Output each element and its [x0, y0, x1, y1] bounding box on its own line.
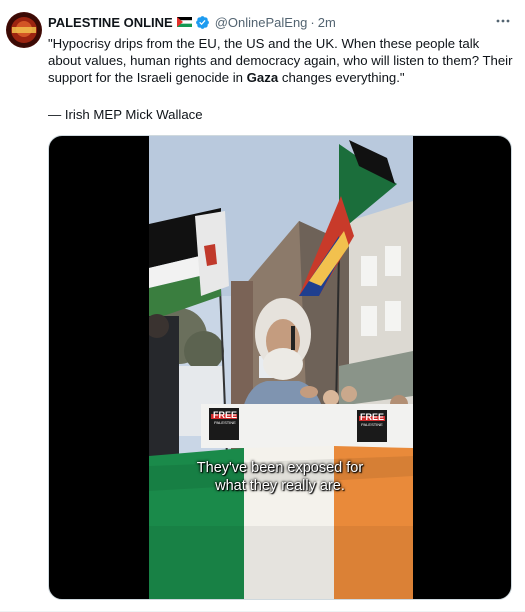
tweet-text-gaza: Gaza [246, 70, 279, 85]
sign-right-subtext: PALESTINE [361, 422, 383, 427]
tweet-attribution: — Irish MEP Mick Wallace [48, 107, 203, 122]
tweet-header: PALESTINE ONLINE @OnlinePalEng · 2m [48, 12, 517, 32]
tweet-text: "Hypocrisy drips from the EU, the US and… [48, 35, 513, 86]
more-options-icon[interactable] [493, 12, 513, 30]
sign-right: FREE PALESTINE [357, 412, 387, 428]
separator-dot: · [310, 14, 315, 30]
timestamp[interactable]: 2m [318, 15, 336, 30]
display-name[interactable]: PALESTINE ONLINE [48, 15, 173, 30]
video-caption: They've been exposed for what they reall… [49, 459, 511, 495]
video-media[interactable]: FREE PALESTINE FREE PALESTINE They've be… [48, 135, 512, 600]
sign-left-subtext: PALESTINE [214, 420, 236, 425]
sign-right-text: FREE [359, 412, 384, 422]
tweet-text-part2: changes everything." [278, 70, 405, 85]
user-handle[interactable]: @OnlinePalEng [215, 15, 308, 30]
caption-line-1: They've been exposed for [196, 460, 364, 476]
video-frame [149, 136, 413, 599]
avatar[interactable] [6, 12, 42, 48]
verified-badge-icon[interactable] [195, 15, 210, 30]
palestine-flag-icon [176, 17, 192, 27]
caption-line-2: what they really are. [215, 478, 345, 494]
sign-left: FREE PALESTINE [209, 410, 241, 426]
sign-left-text: FREE [212, 410, 237, 420]
tweet-card[interactable]: PALESTINE ONLINE @OnlinePalEng · 2m "Hyp… [0, 0, 525, 612]
